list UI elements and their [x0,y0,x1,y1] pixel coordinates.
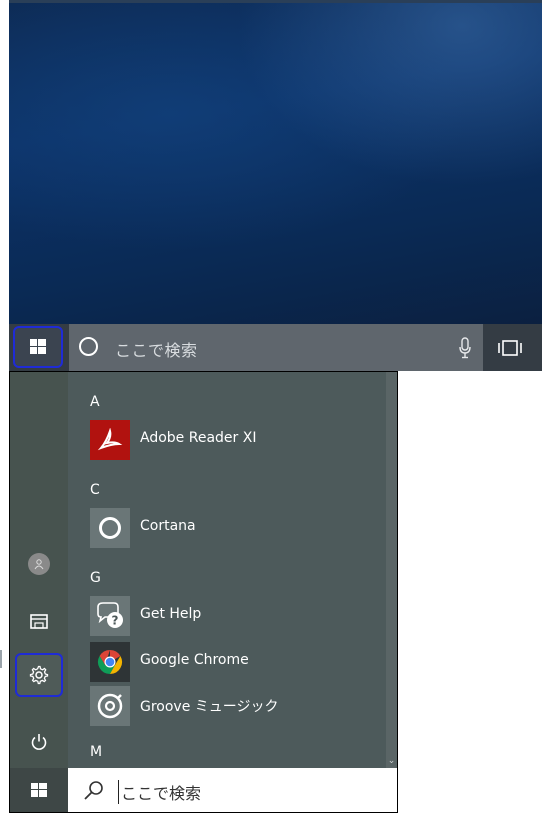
adobe-reader-icon [90,420,130,460]
desktop-wallpaper [9,0,542,324]
start-menu-windows-button[interactable] [10,768,68,812]
app-name: Google Chrome [140,652,249,668]
app-item-adobe-reader[interactable]: Adobe Reader XI [90,420,380,460]
app-list: A Adobe Reader XI C Cortana G ? Get Help… [68,372,388,762]
edge-marker [0,650,2,668]
groove-music-icon [90,686,130,726]
app-name: Cortana [140,518,196,534]
get-help-icon: ? [90,596,130,636]
app-item-cortana[interactable]: Cortana [90,508,380,548]
start-menu-bottom-bar: ここで検索 [10,768,397,812]
settings-button[interactable] [15,653,63,697]
section-letter-m[interactable]: M [90,744,102,760]
task-view-icon[interactable] [495,338,525,358]
start-menu-rail [10,372,68,812]
power-icon [31,734,47,750]
app-name: Groove ミュージック [140,699,279,715]
start-menu-search-placeholder: ここで検索 [118,780,201,804]
app-item-groove-music[interactable]: Groove ミュージック [90,686,380,726]
app-item-get-help[interactable]: ? Get Help [90,596,380,636]
taskbar-search-box[interactable]: ここで検索 [69,324,483,371]
user-avatar-icon [28,553,50,575]
svg-text:?: ? [112,614,119,628]
app-name: Get Help [140,606,202,622]
taskbar: ここで検索 [9,324,542,371]
app-item-google-chrome[interactable]: Google Chrome [90,642,380,682]
chrome-icon [90,642,130,682]
documents-icon [30,614,48,629]
windows-logo-icon [30,339,46,354]
microphone-icon[interactable] [459,337,471,359]
documents-button[interactable] [15,600,63,644]
gear-icon [29,665,49,685]
power-button[interactable] [15,720,63,764]
section-letter-a[interactable]: A [90,394,100,410]
taskbar-search-placeholder: ここで検索 [115,341,198,360]
section-letter-g[interactable]: G [90,570,101,586]
search-icon [84,781,103,800]
start-menu: A Adobe Reader XI C Cortana G ? Get Help… [9,371,398,813]
start-button[interactable] [13,326,63,368]
windows-logo-icon [31,783,47,797]
window-edge [9,0,542,3]
scroll-down-arrow-icon[interactable]: ⌄ [386,756,397,766]
cortana-icon [90,508,130,548]
cortana-ring-icon [79,337,98,356]
user-account-button[interactable] [15,542,63,586]
start-menu-search-box[interactable]: ここで検索 [68,768,397,812]
section-letter-c[interactable]: C [90,482,100,498]
app-list-scrollbar[interactable]: ⌄ [386,372,397,768]
app-name: Adobe Reader XI [140,430,257,446]
